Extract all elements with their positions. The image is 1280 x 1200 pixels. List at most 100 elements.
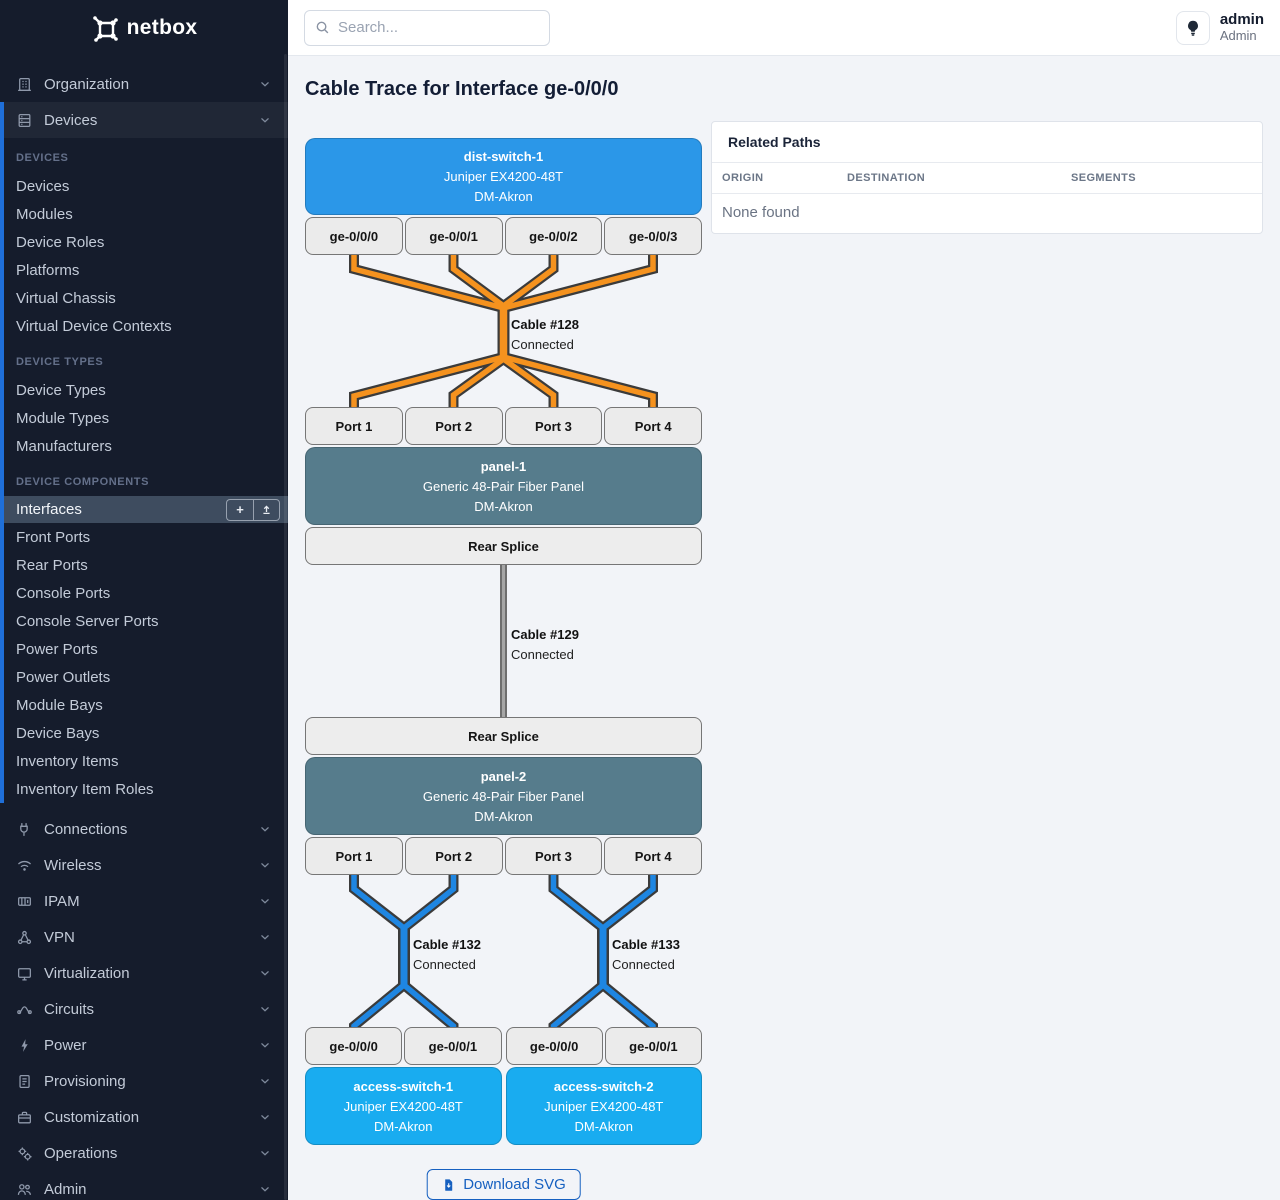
sidebar-group-connections[interactable]: Connections xyxy=(0,811,288,847)
sidebar-item-power-ports[interactable]: Power Ports xyxy=(0,635,288,663)
front-port-box[interactable]: Port 4 xyxy=(604,407,702,445)
sidebar-group-label: Operations xyxy=(44,1145,117,1162)
cable-id: Cable #132 xyxy=(413,935,481,955)
interface-box[interactable]: ge-0/0/1 xyxy=(404,1027,501,1065)
front-port-box[interactable]: Port 2 xyxy=(405,407,503,445)
column-origin: Origin xyxy=(712,172,847,184)
sidebar-scrollbar[interactable] xyxy=(284,54,287,1200)
device-node-panel-1[interactable]: panel-1 Generic 48-Pair Fiber Panel DM-A… xyxy=(305,447,702,525)
download-svg-button[interactable]: Download SVG xyxy=(426,1169,581,1200)
sidebar-group-wireless[interactable]: Wireless xyxy=(0,847,288,883)
sidebar-item-inventory-items[interactable]: Inventory Items xyxy=(0,747,288,775)
device-model: Generic 48-Pair Fiber Panel xyxy=(423,479,584,494)
sidebar-group-ipam[interactable]: IPAM xyxy=(0,883,288,919)
user-info[interactable]: admin Admin xyxy=(1220,11,1264,44)
sidebar-item-device-roles[interactable]: Device Roles xyxy=(0,228,288,256)
front-port-box[interactable]: Port 3 xyxy=(505,837,603,875)
import-interfaces-button[interactable] xyxy=(253,499,280,521)
sidebar-item-virtual-device-contexts[interactable]: Virtual Device Contexts xyxy=(0,312,288,340)
front-port-box[interactable]: Port 2 xyxy=(405,837,503,875)
sidebar-group-label: Admin xyxy=(44,1181,87,1198)
chevron-down-icon xyxy=(258,1146,272,1160)
search-box[interactable] xyxy=(304,10,550,46)
cable-paths xyxy=(305,138,702,1145)
rear-port-box[interactable]: Rear Splice xyxy=(305,717,702,755)
related-paths-empty: None found xyxy=(712,194,1262,233)
cable-id: Cable #133 xyxy=(612,935,680,955)
sidebar-group-vpn[interactable]: VPN xyxy=(0,919,288,955)
sidebar-item-rear-ports[interactable]: Rear Ports xyxy=(0,551,288,579)
sidebar-group-circuits[interactable]: Circuits xyxy=(0,991,288,1027)
sidebar-item-console-ports[interactable]: Console Ports xyxy=(0,579,288,607)
sidebar-section-device-components: DEVICE COMPONENTS xyxy=(0,474,288,490)
front-port-box[interactable]: Port 4 xyxy=(604,837,702,875)
sidebar-item-devices[interactable]: Devices xyxy=(0,172,288,200)
interface-box[interactable]: ge-0/0/0 xyxy=(305,217,403,255)
sidebar-item-console-server-ports[interactable]: Console Server Ports xyxy=(0,607,288,635)
search-input[interactable] xyxy=(338,19,539,36)
sidebar-item-manufacturers[interactable]: Manufacturers xyxy=(0,432,288,460)
chevron-down-icon xyxy=(258,77,272,91)
netbox-logo[interactable]: netbox xyxy=(0,0,288,56)
sidebar-item-modules[interactable]: Modules xyxy=(0,200,288,228)
sidebar-group-provisioning[interactable]: Provisioning xyxy=(0,1063,288,1099)
sidebar-group-label: Customization xyxy=(44,1109,139,1126)
gears-icon xyxy=(16,1145,33,1162)
interface-box[interactable]: ge-0/0/1 xyxy=(605,1027,702,1065)
sidebar-group-label: Circuits xyxy=(44,1001,94,1018)
sidebar-item-module-types[interactable]: Module Types xyxy=(0,404,288,432)
sidebar-item-module-bays[interactable]: Module Bays xyxy=(0,691,288,719)
sidebar-item-front-ports[interactable]: Front Ports xyxy=(0,523,288,551)
sidebar-item-device-bays[interactable]: Device Bays xyxy=(0,719,288,747)
vpn-icon xyxy=(16,929,33,946)
netbox-logo-icon xyxy=(91,14,119,42)
sidebar: netbox Organization Devices DEVICES Devi… xyxy=(0,0,288,1200)
sidebar-item-platforms[interactable]: Platforms xyxy=(0,256,288,284)
cable-133-label[interactable]: Cable #133 Connected xyxy=(612,935,680,975)
user-menu[interactable]: admin Admin xyxy=(1176,11,1264,45)
interface-box[interactable]: ge-0/0/3 xyxy=(604,217,702,255)
rear-port-box[interactable]: Rear Splice xyxy=(305,527,702,565)
theme-toggle-button[interactable] xyxy=(1176,11,1210,45)
sidebar-group-label: Power xyxy=(44,1037,87,1054)
sidebar-item-power-outlets[interactable]: Power Outlets xyxy=(0,663,288,691)
sidebar-group-label: VPN xyxy=(44,929,75,946)
front-port-box[interactable]: Port 1 xyxy=(305,837,403,875)
cable-132-label[interactable]: Cable #132 Connected xyxy=(413,935,481,975)
sidebar-group-virtualization[interactable]: Virtualization xyxy=(0,955,288,991)
sidebar-item-virtual-chassis[interactable]: Virtual Chassis xyxy=(0,284,288,312)
organization-icon xyxy=(16,76,33,93)
access-switches-row: access-switch-1 Juniper EX4200-48T DM-Ak… xyxy=(305,1067,702,1145)
chevron-down-icon xyxy=(258,1074,272,1088)
device-node-panel-2[interactable]: panel-2 Generic 48-Pair Fiber Panel DM-A… xyxy=(305,757,702,835)
sidebar-group-customization[interactable]: Customization xyxy=(0,1099,288,1135)
front-port-box[interactable]: Port 3 xyxy=(505,407,603,445)
cable-129-label[interactable]: Cable #129 Connected xyxy=(511,625,579,665)
sidebar-item-inventory-item-roles[interactable]: Inventory Item Roles xyxy=(0,775,288,803)
sidebar-group-admin[interactable]: Admin xyxy=(0,1171,288,1200)
device-node-dist-switch-1[interactable]: dist-switch-1 Juniper EX4200-48T DM-Akro… xyxy=(305,138,702,215)
sidebar-group-organization[interactable]: Organization xyxy=(0,66,288,102)
front-port-box[interactable]: Port 1 xyxy=(305,407,403,445)
interface-box[interactable]: ge-0/0/0 xyxy=(506,1027,603,1065)
add-interface-button[interactable]: + xyxy=(226,499,253,521)
sidebar-group-power[interactable]: Power xyxy=(0,1027,288,1063)
device-node-access-switch-1[interactable]: access-switch-1 Juniper EX4200-48T DM-Ak… xyxy=(305,1067,502,1145)
sidebar-item-device-types[interactable]: Device Types xyxy=(0,376,288,404)
device-node-access-switch-2[interactable]: access-switch-2 Juniper EX4200-48T DM-Ak… xyxy=(506,1067,703,1145)
page-content: Cable Trace for Interface ge-0/0/0 xyxy=(288,56,1280,1200)
bolt-icon xyxy=(16,1037,33,1054)
device-name: access-switch-1 xyxy=(353,1079,453,1094)
related-paths-header-row: Origin Destination Segments xyxy=(712,163,1262,194)
device-model: Generic 48-Pair Fiber Panel xyxy=(423,789,584,804)
cable-128-label[interactable]: Cable #128 Connected xyxy=(511,315,579,355)
sidebar-item-interfaces[interactable]: Interfaces + xyxy=(0,496,288,523)
devices-icon xyxy=(16,112,33,129)
sidebar-group-operations[interactable]: Operations xyxy=(0,1135,288,1171)
interface-box[interactable]: ge-0/0/2 xyxy=(505,217,603,255)
device-site: DM-Akron xyxy=(374,1119,433,1134)
sidebar-group-devices[interactable]: Devices xyxy=(0,102,288,138)
interface-box[interactable]: ge-0/0/1 xyxy=(405,217,503,255)
ipam-icon xyxy=(16,893,33,910)
interface-box[interactable]: ge-0/0/0 xyxy=(305,1027,402,1065)
